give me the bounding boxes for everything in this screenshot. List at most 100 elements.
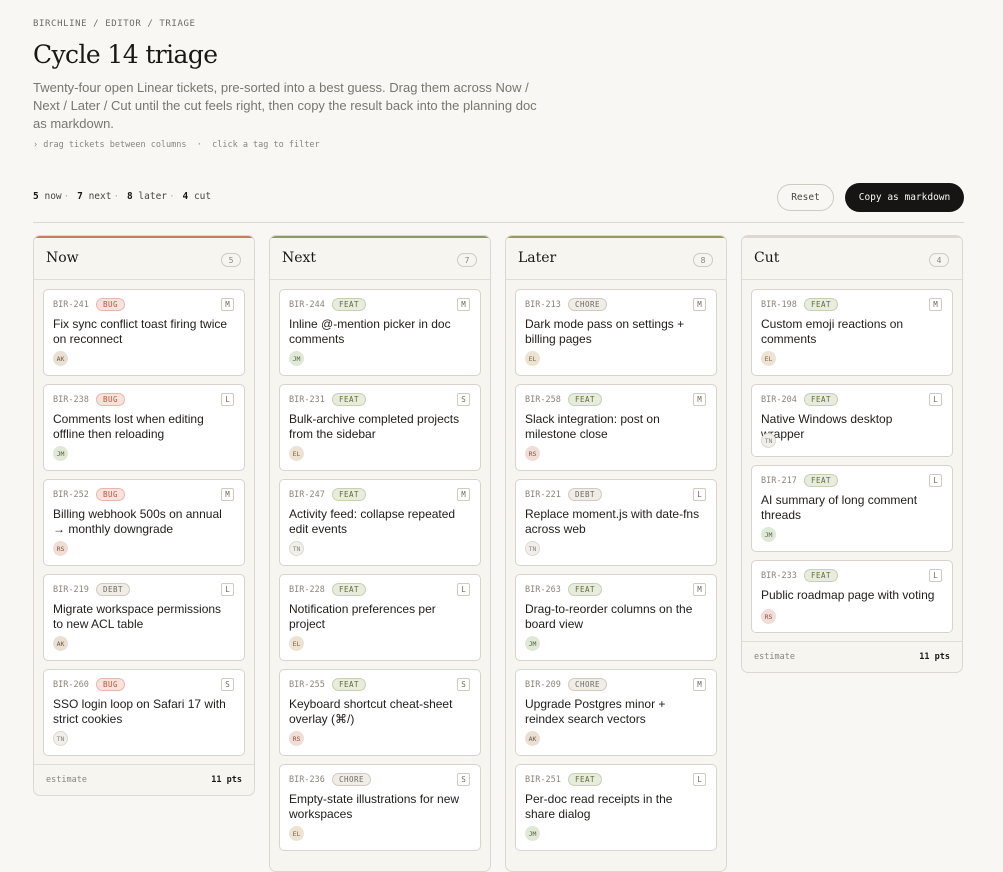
card-list: BIR-213 CHORE M Dark mode pass on settings … (506, 280, 726, 851)
avatar: TN (53, 731, 68, 746)
ticket-tag[interactable]: FEAT (804, 569, 839, 582)
ticket-id: BIR-260 (53, 680, 89, 690)
ticket-card[interactable]: BIR-198 FEAT M Custom emoji reactions on co… (751, 289, 953, 376)
size-badge: L (457, 583, 470, 596)
ticket-card[interactable]: BIR-258 FEAT M Slack integration: post on m… (515, 384, 717, 471)
ticket-card[interactable]: BIR-247 FEAT M Activity feed: collapse repe… (279, 479, 481, 566)
ticket-id: BIR-219 (53, 585, 89, 595)
ticket-tag[interactable]: FEAT (804, 298, 839, 311)
ticket-tag[interactable]: BUG (96, 488, 126, 501)
ticket-title: Notification preferences per project (289, 602, 436, 631)
ticket-card[interactable]: BIR-231 FEAT S Bulk-archive completed proje… (279, 384, 481, 471)
ticket-card[interactable]: BIR-209 CHORE M Upgrade Postgres minor + re… (515, 669, 717, 756)
ticket-card[interactable]: BIR-221 DEBT L Replace moment.js with date-… (515, 479, 717, 566)
column-cut[interactable]: Cut 4 BIR-198 FEAT M Custom emoji reactions o… (741, 235, 963, 673)
ticket-card[interactable]: BIR-236 CHORE S Empty-state illustrations f… (279, 764, 481, 851)
ticket-title: Keyboard shortcut cheat-sheet overlay (⌘… (289, 697, 453, 726)
ticket-tag[interactable]: FEAT (804, 393, 839, 406)
ticket-id: BIR-238 (53, 395, 89, 405)
ticket-card[interactable]: BIR-260 BUG S SSO login loop on Safari 17 w… (43, 669, 245, 756)
ticket-tag[interactable]: FEAT (332, 488, 367, 501)
usage-hint: › drag tickets between columns · click a… (33, 140, 320, 150)
size-badge: M (457, 298, 470, 311)
ticket-tag[interactable]: CHORE (568, 678, 608, 691)
ticket-tag[interactable]: BUG (96, 678, 126, 691)
reset-button[interactable]: Reset (777, 184, 834, 211)
ticket-tag[interactable]: FEAT (804, 474, 839, 487)
ticket-card[interactable]: BIR-204 FEAT L Native Windows desktop wrapp… (751, 384, 953, 457)
ticket-card[interactable]: BIR-244 FEAT M Inline @-mention picker in d… (279, 289, 481, 376)
ticket-title: Migrate workspace permissions to new ACL… (53, 602, 222, 631)
ticket-card[interactable]: BIR-252 BUG M Billing webhook 500s on annua… (43, 479, 245, 566)
avatar: EL (525, 351, 540, 366)
estimate-value: 11 pts (919, 652, 950, 662)
count-later: 8 (126, 191, 133, 202)
divider (33, 222, 964, 223)
avatar: TN (761, 433, 776, 448)
column-title: Later (518, 250, 557, 266)
ticket-card[interactable]: BIR-238 BUG L Comments lost when editing of… (43, 384, 245, 471)
card-list: BIR-241 BUG M Fix sync conflict toast firin… (34, 280, 254, 756)
avatar: TN (289, 541, 304, 556)
avatar: JM (53, 446, 68, 461)
estimate-label: estimate (46, 775, 87, 785)
size-badge: M (693, 298, 706, 311)
ticket-id: BIR-251 (525, 775, 561, 785)
ticket-card[interactable]: BIR-255 FEAT S Keyboard shortcut cheat-shee… (279, 669, 481, 756)
size-badge: L (693, 488, 706, 501)
ticket-title: Native Windows desktop wrapper (761, 412, 893, 441)
avatar: AK (525, 731, 540, 746)
ticket-card[interactable]: BIR-233 FEAT L Public roadmap page with vot… (751, 560, 953, 633)
ticket-card[interactable]: BIR-241 BUG M Fix sync conflict toast firin… (43, 289, 245, 376)
column-next[interactable]: Next 7 BIR-244 FEAT M Inline @-mention picker… (269, 235, 491, 872)
page-description: Twenty-four open Linear tickets, pre-sor… (33, 80, 537, 131)
ticket-tag[interactable]: CHORE (568, 298, 608, 311)
ticket-card[interactable]: BIR-263 FEAT M Drag-to-reorder columns on t… (515, 574, 717, 661)
ticket-tag[interactable]: DEBT (568, 488, 603, 501)
size-badge: M (929, 298, 942, 311)
ticket-id: BIR-263 (525, 585, 561, 595)
ticket-tag[interactable]: FEAT (332, 298, 367, 311)
column-later[interactable]: Later 8 BIR-213 CHORE M Dark mode pass on set… (505, 235, 727, 872)
ticket-tag[interactable]: BUG (96, 393, 126, 406)
column-title: Now (46, 250, 79, 266)
ticket-tag[interactable]: FEAT (332, 393, 367, 406)
ticket-title: SSO login loop on Safari 17 with strict … (53, 697, 226, 726)
ticket-id: BIR-258 (525, 395, 561, 405)
ticket-tag[interactable]: FEAT (568, 773, 603, 786)
column-count-badge: 7 (457, 253, 477, 267)
column-header: Now 5 (34, 236, 254, 280)
size-badge: S (457, 678, 470, 691)
ticket-tag[interactable]: FEAT (568, 583, 603, 596)
card-list: BIR-198 FEAT M Custom emoji reactions on co… (742, 280, 962, 633)
ticket-id: BIR-244 (289, 300, 325, 310)
ticket-card[interactable]: BIR-219 DEBT L Migrate workspace permission… (43, 574, 245, 661)
size-badge: S (457, 393, 470, 406)
size-badge: M (221, 488, 234, 501)
copy-markdown-button[interactable]: Copy as markdown (845, 183, 964, 212)
ticket-title: Public roadmap page with voting (761, 588, 935, 602)
column-now[interactable]: Now 5 BIR-241 BUG M Fix sync conflict toast f… (33, 235, 255, 796)
ticket-card[interactable]: BIR-217 FEAT L AI summary of long comment t… (751, 465, 953, 552)
ticket-tag[interactable]: BUG (96, 298, 126, 311)
ticket-id: BIR-209 (525, 680, 561, 690)
ticket-id: BIR-228 (289, 585, 325, 595)
avatar: RS (53, 541, 68, 556)
ticket-tag[interactable]: FEAT (332, 678, 367, 691)
size-badge: L (929, 393, 942, 406)
ticket-tag[interactable]: CHORE (332, 773, 372, 786)
avatar: JM (761, 527, 776, 542)
ticket-card[interactable]: BIR-213 CHORE M Dark mode pass on settings … (515, 289, 717, 376)
column-title: Next (282, 250, 317, 266)
size-badge: L (693, 773, 706, 786)
ticket-tag[interactable]: FEAT (332, 583, 367, 596)
ticket-title: Per-doc read receipts in the share dialo… (525, 792, 673, 821)
ticket-card[interactable]: BIR-251 FEAT L Per-doc read receipts in the… (515, 764, 717, 851)
ticket-id: BIR-252 (53, 490, 89, 500)
ticket-card[interactable]: BIR-228 FEAT L Notification preferences per… (279, 574, 481, 661)
ticket-title: Replace moment.js with date-fns across w… (525, 507, 700, 536)
ticket-tag[interactable]: DEBT (96, 583, 131, 596)
ticket-id: BIR-247 (289, 490, 325, 500)
ticket-tag[interactable]: FEAT (568, 393, 603, 406)
avatar: EL (289, 446, 304, 461)
